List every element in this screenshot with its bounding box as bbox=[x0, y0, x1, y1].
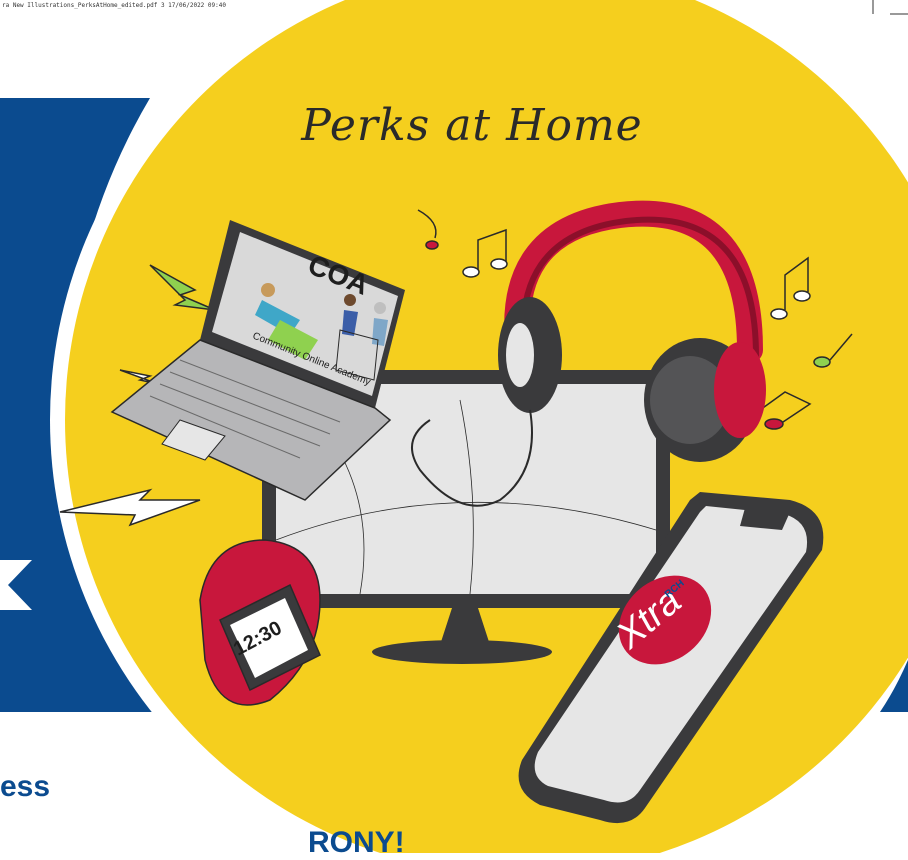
footer-text-line1: ess bbox=[0, 770, 51, 803]
footer-text-line2: RONY! bbox=[308, 826, 405, 859]
crop-mark bbox=[872, 0, 908, 15]
file-slug: ra New Illustrations_PerksAtHome_edited.… bbox=[2, 2, 226, 9]
page-title: Perks at Home bbox=[301, 100, 643, 151]
